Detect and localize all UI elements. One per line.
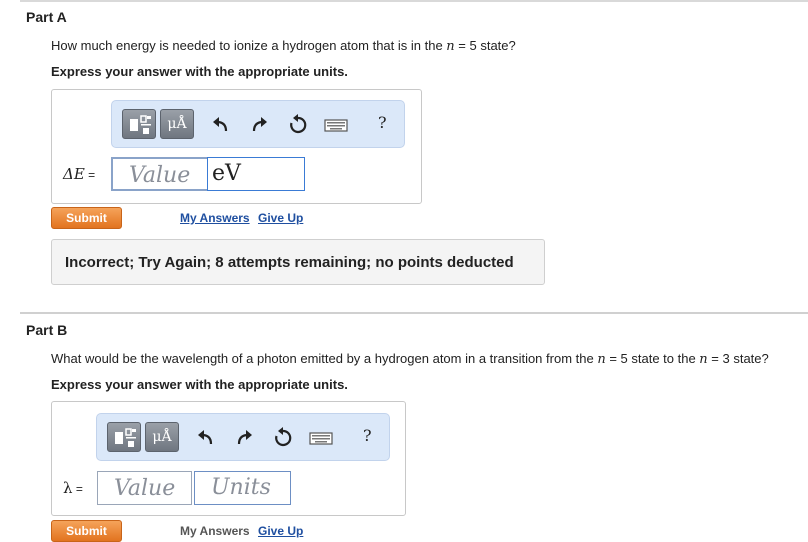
label-equals: = [84,168,96,182]
question-text: How much energy is needed to ionize a hy… [51,38,447,53]
help-icon[interactable]: ? [363,426,372,445]
part-b-answer-box: μÅ ? λ = Value Units [51,401,406,516]
units-button[interactable]: μÅ [145,422,179,452]
keyboard-icon[interactable] [309,427,333,449]
value-input[interactable]: Value [111,157,210,191]
unit-input[interactable]: Units [194,471,291,505]
part-a-my-answers-link[interactable]: My Answers [180,211,250,225]
math-toolbar: μÅ ? [96,413,390,461]
feedback-message: Incorrect; Try Again; 8 attempts remaini… [51,239,545,285]
units-icon: μÅ [167,116,187,132]
keyboard-icon[interactable] [324,114,348,136]
math-toolbar: μÅ ? [111,100,405,148]
section-divider [20,312,808,314]
template-icon [130,115,151,134]
top-divider [20,0,808,2]
part-a-question: How much energy is needed to ionize a hy… [51,38,516,54]
reset-icon[interactable] [287,114,309,136]
part-b-instruction: Express your answer with the appropriate… [51,377,348,392]
label-variable: ΔE [63,165,85,183]
question-variable: n [446,39,455,54]
template-button[interactable] [107,422,141,452]
question-variable: n [597,352,606,367]
part-b-give-up-link[interactable]: Give Up [258,524,303,538]
label-variable: λ [63,479,73,497]
wavelength-label: λ = [63,479,83,497]
template-button[interactable] [122,109,156,139]
part-a-answer-box: μÅ ? ΔE = Value eV [51,89,422,204]
label-equals: = [72,482,83,496]
question-text-mid: = 5 state to the [605,351,700,366]
question-text-end: = 5 state? [454,38,516,53]
units-button[interactable]: μÅ [160,109,194,139]
redo-icon[interactable] [233,427,255,449]
part-a-title: Part A [26,9,67,25]
undo-icon[interactable] [210,114,232,136]
units-icon: μÅ [152,429,172,445]
part-b-question: What would be the wavelength of a photon… [51,351,769,367]
unit-input[interactable]: eV [207,157,305,191]
value-input[interactable]: Value [97,471,192,505]
energy-label: ΔE = [63,165,95,183]
part-b-my-answers-link[interactable]: My Answers [180,524,250,538]
part-b-submit-button[interactable]: Submit [51,520,122,542]
part-a-submit-button[interactable]: Submit [51,207,122,229]
template-icon [115,428,136,447]
question-text-end: = 3 state? [707,351,769,366]
help-icon[interactable]: ? [378,113,387,132]
part-b-title: Part B [26,322,68,338]
part-a-give-up-link[interactable]: Give Up [258,211,303,225]
reset-icon[interactable] [272,427,294,449]
redo-icon[interactable] [248,114,270,136]
question-variable: n [699,352,708,367]
question-text: What would be the wavelength of a photon… [51,351,598,366]
part-a-instruction: Express your answer with the appropriate… [51,64,348,79]
undo-icon[interactable] [195,427,217,449]
